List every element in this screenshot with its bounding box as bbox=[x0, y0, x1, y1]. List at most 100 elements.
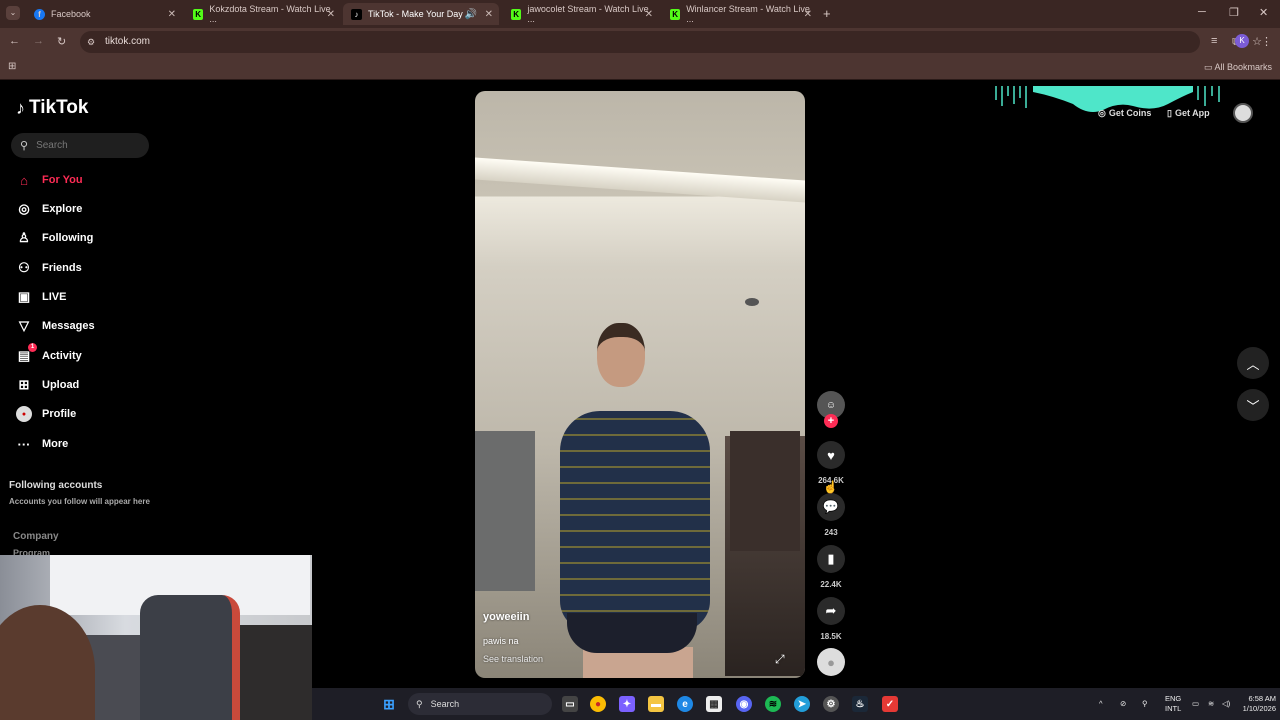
save-button[interactable]: ▮ bbox=[817, 545, 845, 573]
nav-label: For You bbox=[42, 174, 83, 186]
new-tab-icon[interactable]: + bbox=[823, 6, 831, 21]
store-icon[interactable]: ▦ bbox=[706, 696, 722, 712]
video-player[interactable]: yoweeiin pawis na See translation ⤢ bbox=[475, 91, 805, 678]
following-accounts-heading: Following accounts bbox=[9, 480, 103, 491]
next-video-button[interactable]: ﹀ bbox=[1237, 389, 1269, 421]
close-icon[interactable]: ✕ bbox=[645, 9, 653, 20]
nav-explore[interactable]: ◎ Explore bbox=[16, 201, 82, 217]
tiktok-logo[interactable]: ♪ TikTok bbox=[16, 97, 88, 119]
address-bar[interactable]: ⚙ tiktok.com ⧉ ☆ bbox=[80, 31, 1262, 53]
company-link[interactable]: Company bbox=[13, 531, 59, 542]
activity-icon: ▤ 1 bbox=[16, 343, 37, 364]
close-icon[interactable]: ✕ bbox=[804, 9, 812, 20]
logo-text: TikTok bbox=[29, 97, 89, 118]
reload-icon[interactable]: ↻ bbox=[57, 35, 66, 48]
search-input[interactable]: ⚲ Search bbox=[11, 133, 149, 158]
get-app-button[interactable]: ▯ Get App bbox=[1167, 104, 1210, 122]
tab-jawocolet[interactable]: K jawocolet Stream - Watch Live ... ✕ bbox=[503, 3, 659, 25]
discord-icon[interactable]: ◉ bbox=[736, 696, 752, 712]
display-icon[interactable]: ▭ bbox=[1192, 699, 1199, 709]
restore-icon[interactable]: ❐ bbox=[1229, 6, 1239, 19]
speaker-icon[interactable]: 🔊 bbox=[465, 9, 477, 20]
nav-live[interactable]: ▣ LIVE bbox=[16, 289, 67, 305]
nav-more[interactable]: ··· More bbox=[16, 436, 69, 452]
tray-chevron-icon[interactable]: ^ bbox=[1099, 699, 1103, 709]
close-icon[interactable]: ✕ bbox=[327, 9, 335, 20]
get-coins-label: Get Coins bbox=[1108, 108, 1152, 118]
comment-icon: 💬 bbox=[822, 499, 840, 514]
back-icon[interactable]: ← bbox=[9, 35, 20, 47]
see-translation-link[interactable]: See translation bbox=[483, 654, 543, 664]
more-icon: ··· bbox=[17, 436, 31, 452]
spotify-icon[interactable]: ≋ bbox=[765, 696, 781, 712]
minimize-icon[interactable]: ─ bbox=[1198, 6, 1206, 18]
close-icon[interactable]: ✕ bbox=[168, 9, 176, 20]
nav-following[interactable]: ♙ Following bbox=[16, 230, 93, 246]
media-control-icon[interactable]: ≡ bbox=[1211, 35, 1217, 47]
steam-icon[interactable]: ♨ bbox=[852, 696, 868, 712]
bookmarks-bar: ⊞ ▭ All Bookmarks bbox=[0, 56, 1280, 80]
live-icon: ▣ bbox=[17, 289, 31, 304]
chevron-up-icon: ︿ bbox=[1246, 356, 1260, 372]
nav-activity[interactable]: ▤ 1 Activity bbox=[16, 343, 82, 364]
browser-tab-strip: ⌄ f Facebook ✕ K Kokzdota Stream - Watch… bbox=[0, 0, 1280, 28]
nav-for-you[interactable]: ⌂ For You bbox=[16, 172, 83, 188]
music-disc[interactable]: ● bbox=[817, 648, 845, 676]
search-placeholder: Search bbox=[36, 140, 68, 151]
close-icon[interactable]: ✕ bbox=[485, 9, 493, 20]
edge-icon[interactable]: e bbox=[677, 696, 693, 712]
comment-button[interactable]: 💬 bbox=[817, 493, 845, 521]
profile-avatar-button[interactable] bbox=[1233, 103, 1253, 123]
bookmark-icon: ▮ bbox=[827, 551, 835, 566]
language-indicator[interactable]: ENG INTL bbox=[1165, 694, 1181, 714]
site-info-icon[interactable]: ⚙ bbox=[87, 31, 95, 53]
task-view-icon[interactable]: ▭ bbox=[562, 696, 578, 712]
chrome-icon[interactable]: ● bbox=[590, 696, 606, 712]
wifi-icon[interactable]: ≋ bbox=[1208, 699, 1214, 709]
file-explorer-icon[interactable]: ▬ bbox=[648, 696, 664, 712]
tab-search-button[interactable]: ⌄ bbox=[6, 6, 20, 20]
tab-title: Kokzdota Stream - Watch Live ... bbox=[209, 4, 331, 24]
tab-facebook[interactable]: f Facebook ✕ bbox=[26, 3, 182, 25]
nav-label: Profile bbox=[42, 408, 77, 420]
telegram-icon[interactable]: ➤ bbox=[794, 696, 810, 712]
windows-start-icon[interactable]: ⊞ bbox=[381, 696, 397, 712]
profile-avatar-icon[interactable]: K bbox=[1235, 34, 1249, 48]
window-close-icon[interactable]: ✕ bbox=[1259, 6, 1268, 19]
video-caption: pawis na bbox=[483, 636, 519, 646]
messages-icon: ▽ bbox=[19, 318, 29, 333]
like-button[interactable]: ♥ bbox=[817, 441, 845, 469]
lang-bottom: INTL bbox=[1165, 704, 1182, 713]
nav-profile[interactable]: ● Profile bbox=[16, 406, 76, 422]
nav-friends[interactable]: ⚇ Friends bbox=[16, 260, 82, 276]
browser-toolbar: ← → ↻ ⚙ tiktok.com ⧉ ☆ ≡ K ⋮ bbox=[0, 28, 1280, 56]
get-coins-button[interactable]: ◎ Get Coins bbox=[1098, 104, 1151, 122]
volume-icon[interactable]: ◁) bbox=[1222, 699, 1230, 709]
taskbar-search[interactable]: ⚲ Search bbox=[408, 693, 552, 715]
get-app-label: Get App bbox=[1174, 108, 1210, 118]
all-bookmarks-button[interactable]: ▭ All Bookmarks bbox=[1204, 62, 1272, 73]
copilot-icon[interactable]: ✦ bbox=[619, 696, 635, 712]
fullscreen-icon[interactable]: ⤢ bbox=[775, 652, 785, 667]
follow-plus-button[interactable]: + bbox=[824, 414, 838, 428]
following-icon: ♙ bbox=[18, 230, 30, 245]
tab-winlancer[interactable]: K Winlancer Stream - Watch Live ... ✕ bbox=[662, 3, 818, 25]
tab-kokzdota[interactable]: K Kokzdota Stream - Watch Live ... ✕ bbox=[185, 3, 341, 25]
nav-messages[interactable]: ▽ Messages bbox=[16, 318, 95, 334]
nav-label: More bbox=[42, 438, 69, 450]
forward-icon[interactable]: → bbox=[33, 35, 44, 47]
lang-top: ENG bbox=[1165, 694, 1182, 703]
webcam-scene bbox=[0, 605, 95, 720]
video-username[interactable]: yoweeiin bbox=[483, 611, 529, 623]
menu-dots-icon[interactable]: ⋮ bbox=[1261, 35, 1272, 48]
share-button[interactable]: ➦ bbox=[817, 597, 845, 625]
nav-upload[interactable]: ⊞ Upload bbox=[16, 377, 80, 393]
previous-video-button[interactable]: ︿ bbox=[1237, 347, 1269, 379]
apps-grid-icon[interactable]: ⊞ bbox=[8, 61, 16, 72]
settings-gear-icon[interactable]: ⚙ bbox=[823, 696, 839, 712]
microphone-icon[interactable]: ⚲ bbox=[1142, 699, 1148, 709]
clock[interactable]: 6:58 AM 1/10/2026 bbox=[1234, 694, 1276, 714]
app-icon[interactable]: ✓ bbox=[882, 696, 898, 712]
tab-tiktok[interactable]: ♪ TikTok - Make Your Day 🔊 ✕ bbox=[343, 3, 499, 25]
tray-network-icon[interactable]: ⊘ bbox=[1120, 699, 1126, 709]
